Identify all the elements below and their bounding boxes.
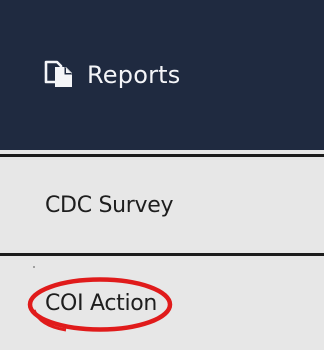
reports-nav-header[interactable]: Reports <box>0 0 324 150</box>
sidebar-nav: Reports CDC Survey COI Action <box>0 0 324 350</box>
menu-item-label: COI Action <box>45 290 158 316</box>
reports-submenu: CDC Survey COI Action <box>0 150 324 350</box>
copy-documents-icon <box>43 59 75 89</box>
menu-item-coi-action[interactable]: COI Action <box>0 256 324 350</box>
menu-item-cdc-survey[interactable]: CDC Survey <box>0 157 324 253</box>
reports-label: Reports <box>87 61 181 89</box>
menu-item-label: CDC Survey <box>45 192 174 218</box>
